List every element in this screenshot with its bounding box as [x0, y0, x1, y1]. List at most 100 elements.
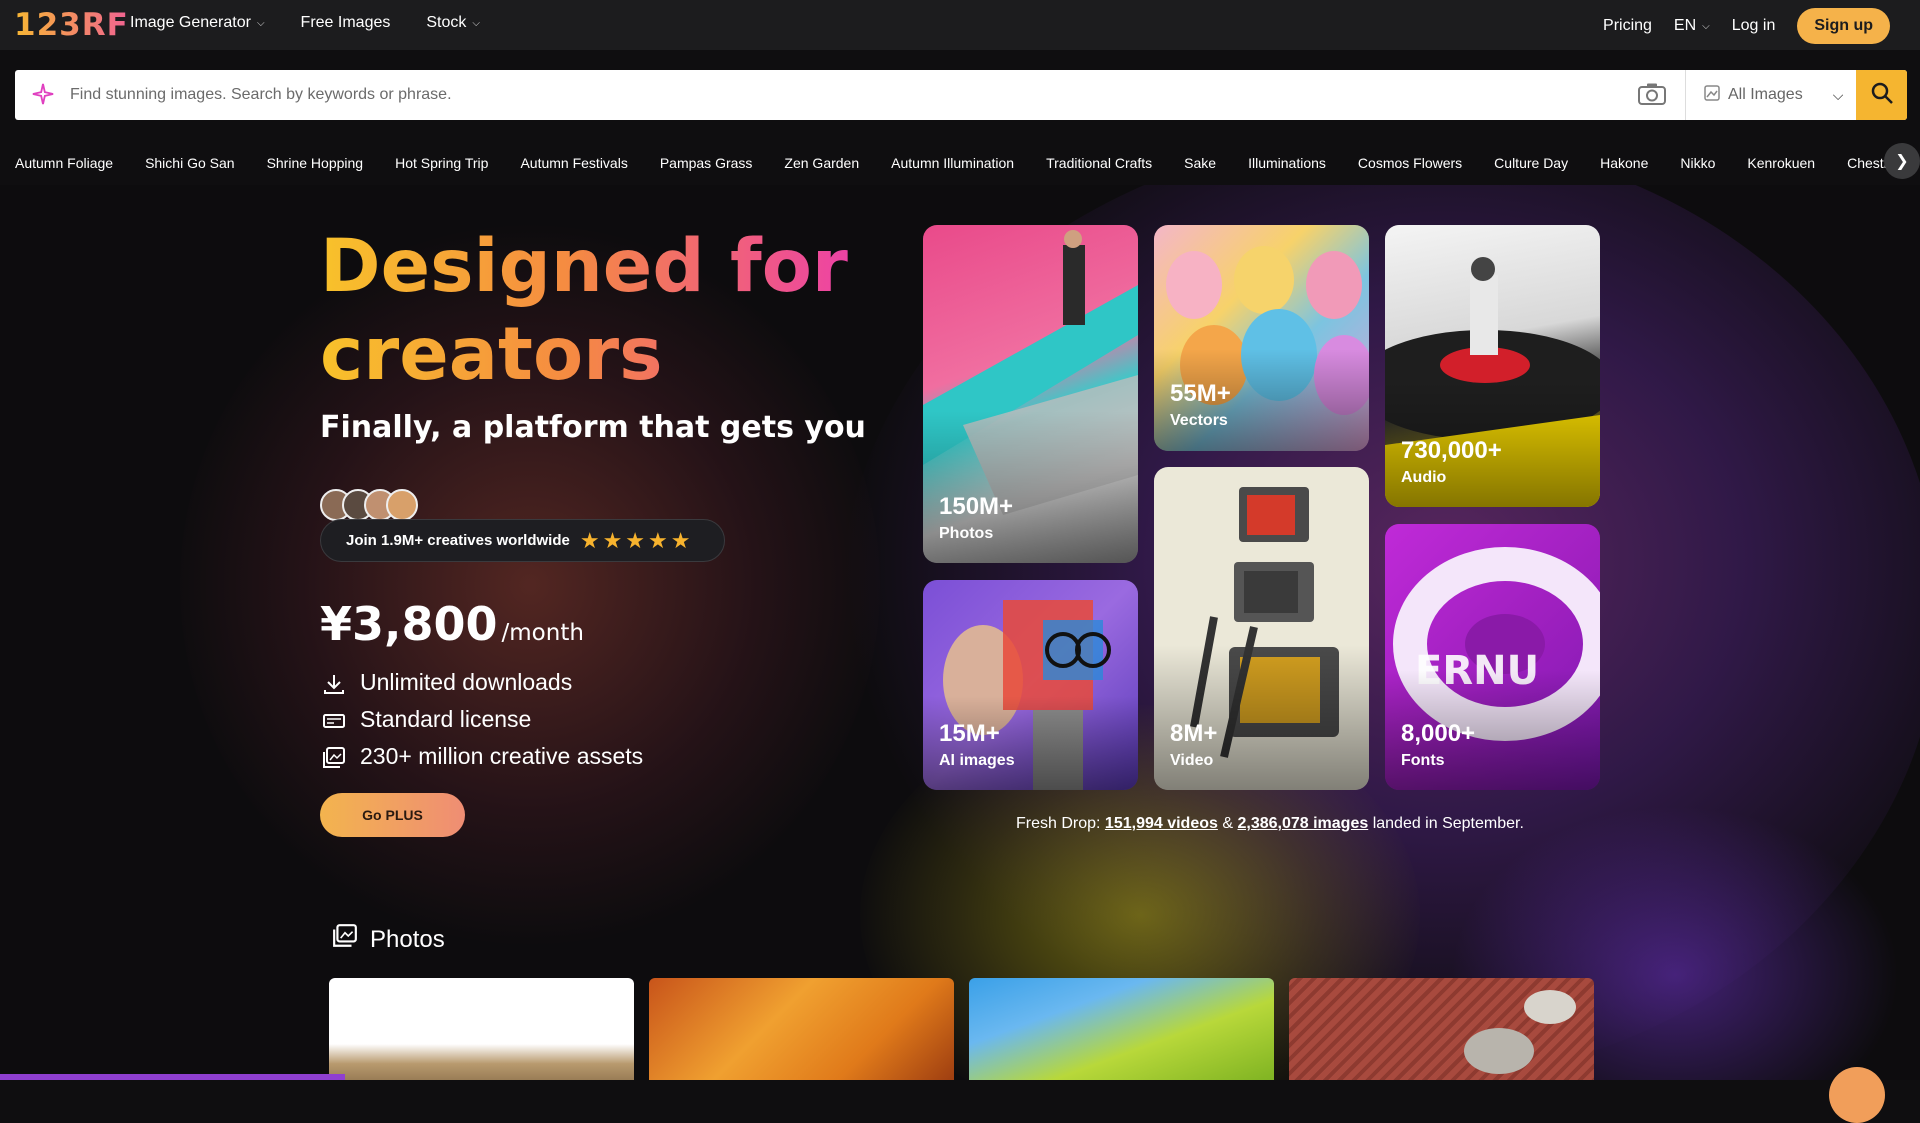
photo-thumbnail[interactable]	[1289, 978, 1594, 1080]
language-label: EN	[1673, 17, 1697, 34]
card-label: Photos	[939, 525, 994, 542]
search-bar: All Images ⌵	[15, 70, 1907, 120]
tag-chip[interactable]: Autumn Foliage	[15, 155, 113, 171]
chevron-down-icon: ⌵	[472, 17, 480, 29]
signup-button[interactable]: Sign up	[1797, 8, 1890, 44]
search-icon	[1870, 81, 1894, 110]
tag-chip[interactable]: Cosmos Flowers	[1358, 155, 1462, 171]
card-count: 8,000+	[1401, 720, 1476, 747]
login-link[interactable]: Log in	[1732, 17, 1776, 35]
search-input[interactable]	[70, 80, 1630, 110]
chevron-down-icon: ⌵	[256, 17, 265, 29]
price-period: /month	[501, 620, 584, 646]
search-scope-select[interactable]: All Images ⌵	[1685, 70, 1871, 120]
feature-list: Unlimited downloads Standard license 230…	[322, 664, 643, 775]
language-selector[interactable]: EN ⌵	[1674, 17, 1710, 35]
ai-sparkle-icon	[32, 83, 54, 111]
card-label: AI images	[939, 752, 1015, 769]
tag-chip[interactable]: Hakone	[1600, 155, 1648, 171]
creator-avatars	[320, 489, 418, 521]
license-icon	[322, 707, 348, 733]
tag-chip[interactable]: Culture Day	[1494, 155, 1568, 171]
tag-chip[interactable]: Traditional Crafts	[1046, 155, 1152, 171]
bottom-progress-bar	[0, 1074, 345, 1080]
category-card-video[interactable]: 8M+ Video	[1154, 467, 1369, 790]
pricing-link[interactable]: Pricing	[1603, 17, 1652, 35]
fresh-prefix: Fresh Drop:	[1016, 815, 1101, 832]
gallery-icon	[322, 744, 348, 770]
card-count: 150M+	[939, 493, 1014, 520]
search-button[interactable]	[1856, 70, 1907, 120]
feature-item: Unlimited downloads	[322, 664, 643, 701]
camera-search-icon[interactable]	[1637, 82, 1669, 108]
tag-chip[interactable]: Shichi Go San	[145, 155, 235, 171]
section-title: Photos	[370, 925, 445, 953]
gallery-icon	[332, 923, 358, 956]
stone-shape	[1524, 990, 1576, 1024]
nav-label: Free Images	[300, 14, 391, 31]
nav-label: Image Generator	[130, 14, 251, 31]
card-label: Fonts	[1401, 752, 1445, 769]
category-card-audio[interactable]: 730,000+ Audio	[1385, 225, 1600, 507]
tag-chip[interactable]: Hot Spring Trip	[395, 155, 488, 171]
floating-action-button[interactable]	[1829, 1067, 1885, 1123]
feature-label: Standard license	[360, 706, 532, 732]
card-label: Video	[1170, 752, 1214, 769]
hero-section: Designed for creators Finally, a platfor…	[0, 185, 1920, 1080]
tag-chip[interactable]: Pampas Grass	[660, 155, 753, 171]
tag-chip[interactable]: Shrine Hopping	[267, 155, 364, 171]
fresh-videos-link[interactable]: 151,994 videos	[1105, 815, 1218, 832]
stone-shape	[1464, 1028, 1534, 1074]
chevron-down-icon: ⌵	[1702, 20, 1710, 32]
tag-chip[interactable]: Zen Garden	[784, 155, 859, 171]
photos-section-header: Photos	[332, 923, 445, 956]
photo-thumbnail[interactable]	[649, 978, 954, 1080]
tag-chip[interactable]: Autumn Illumination	[891, 155, 1014, 171]
category-card-fonts[interactable]: ERNU 8,000+ Fonts	[1385, 524, 1600, 790]
photo-thumbnail[interactable]	[969, 978, 1274, 1080]
nav-stock[interactable]: Stock ⌵	[426, 14, 480, 32]
search-scope-value: All Images	[1728, 86, 1803, 103]
feature-item: Standard license	[322, 701, 643, 738]
go-plus-button[interactable]: Go PLUS	[320, 793, 465, 837]
tags-scroll-right-button[interactable]: ❯	[1884, 143, 1920, 179]
nav-label: Stock	[426, 14, 467, 31]
photo-thumbnail[interactable]	[329, 978, 634, 1080]
category-card-ai-images[interactable]: 15M+ AI images	[923, 580, 1138, 790]
category-card-vectors[interactable]: 55M+ Vectors	[1154, 225, 1369, 451]
fresh-drop-notice: Fresh Drop: 151,994 videos & 2,386,078 i…	[1016, 815, 1524, 833]
hero-title: Designed for creators	[320, 223, 880, 399]
social-proof-pill: Join 1.9M+ creatives worldwide ★★★★★	[320, 519, 725, 562]
join-text: Join 1.9M+ creatives worldwide	[346, 532, 570, 549]
chevron-down-icon: ⌵	[1832, 86, 1844, 103]
nav-image-generator[interactable]: Image Generator ⌵	[130, 14, 265, 32]
trending-tags: Autumn Foliage Shichi Go San Shrine Hopp…	[0, 140, 1920, 185]
primary-nav: Image Generator ⌵ Free Images Stock ⌵	[130, 14, 480, 32]
price-amount: ¥3,800	[320, 597, 498, 651]
top-navigation-bar: 123RF Image Generator ⌵ Free Images Stock…	[0, 0, 1920, 50]
card-label: Vectors	[1170, 412, 1228, 429]
fresh-images-link[interactable]: 2,386,078 images	[1237, 815, 1368, 832]
card-count: 730,000+	[1401, 437, 1502, 464]
image-icon	[1704, 84, 1720, 106]
tag-chip[interactable]: Sake	[1184, 155, 1216, 171]
feature-label: 230+ million creative assets	[360, 743, 644, 769]
nav-free-images[interactable]: Free Images	[301, 14, 391, 32]
card-count: 15M+	[939, 720, 1000, 747]
card-count: 8M+	[1170, 720, 1218, 747]
tag-chip[interactable]: Nikko	[1680, 155, 1715, 171]
card-label: Audio	[1401, 469, 1447, 486]
hero-subtitle: Finally, a platform that gets you	[320, 410, 866, 445]
card-count: 55M+	[1170, 380, 1231, 407]
chevron-right-icon: ❯	[1895, 153, 1909, 170]
star-rating-icon: ★★★★★	[579, 527, 694, 553]
category-card-photos[interactable]: 150M+ Photos	[923, 225, 1138, 563]
price: ¥3,800/month	[320, 597, 584, 651]
fresh-suffix: landed in September.	[1372, 815, 1524, 832]
secondary-nav: Pricing EN ⌵ Log in Sign up	[1603, 8, 1890, 44]
tag-chip[interactable]: Autumn Festivals	[520, 155, 627, 171]
tag-chip[interactable]: Illuminations	[1248, 155, 1326, 171]
tag-chip[interactable]: Kenrokuen	[1747, 155, 1815, 171]
avatar	[386, 489, 418, 521]
logo[interactable]: 123RF	[14, 7, 129, 43]
